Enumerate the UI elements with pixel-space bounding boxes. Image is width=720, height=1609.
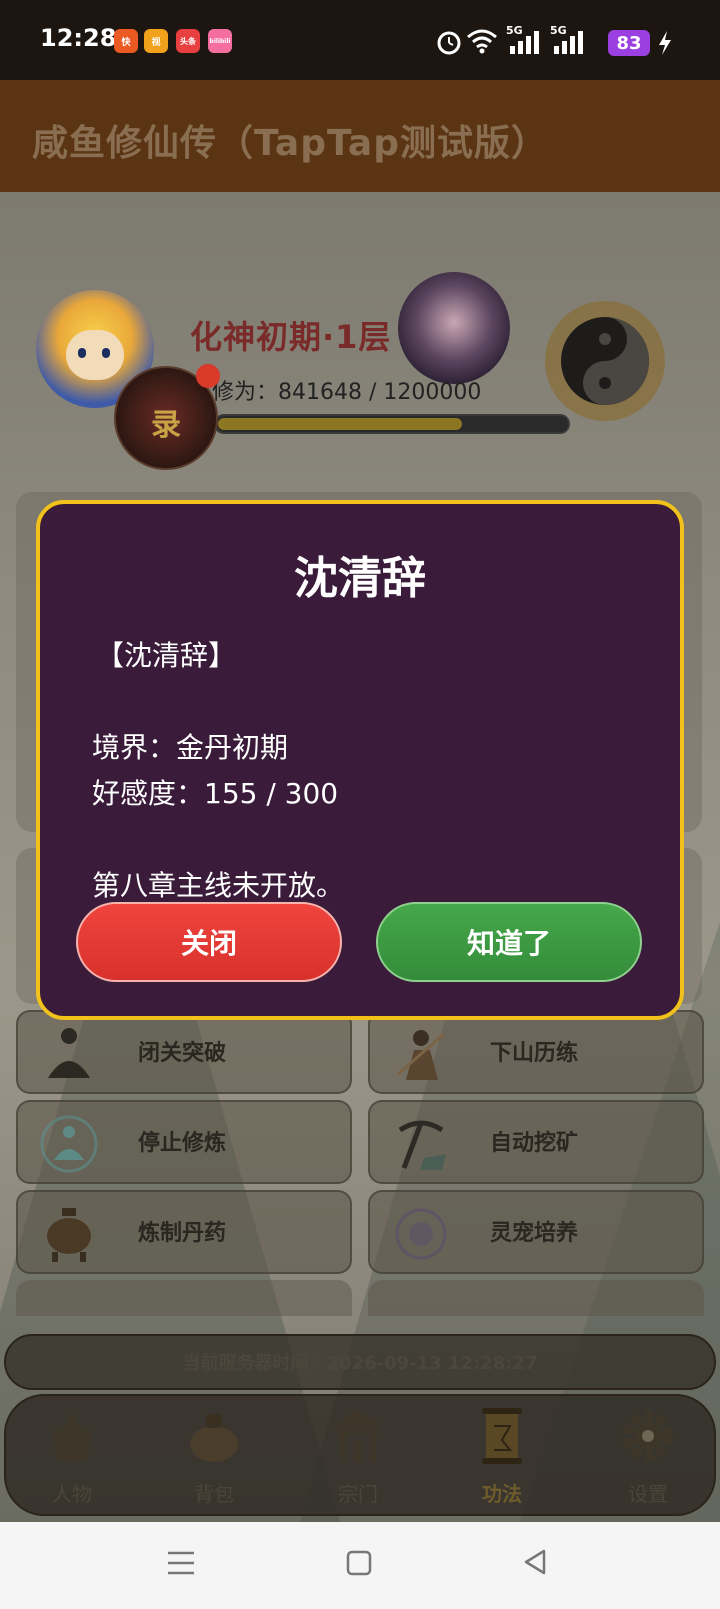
back-icon[interactable] [522,1548,548,1576]
home-icon[interactable] [346,1550,372,1576]
dialog-realm-line: 境界：金丹初期 [92,731,289,764]
battery-indicator: 83 [608,30,650,56]
alarm-icon [437,31,461,55]
signal-icon [554,31,583,54]
bilibili-app-icon: bilibili [208,29,232,53]
ok-button[interactable]: 知道了 [376,902,642,982]
close-button[interactable]: 关闭 [76,902,342,982]
dialog-name-line: 【沈清辞】 [96,639,237,672]
charging-icon [659,31,671,55]
kuaishou-app-icon: 快 [114,29,138,53]
dialog-title: 沈清辞 [294,553,426,604]
dialog-favor-line: 好感度：155 / 300 [92,777,339,810]
signal-icon [510,31,539,54]
status-time: 12:28 [40,24,117,52]
video-app-icon: 视 [144,29,168,53]
menu-icon[interactable] [166,1550,196,1576]
dialog-note-line: 第八章主线未开放。 [92,869,345,902]
wifi-icon [467,29,497,54]
toutiao-app-icon: 头条 [176,29,200,53]
